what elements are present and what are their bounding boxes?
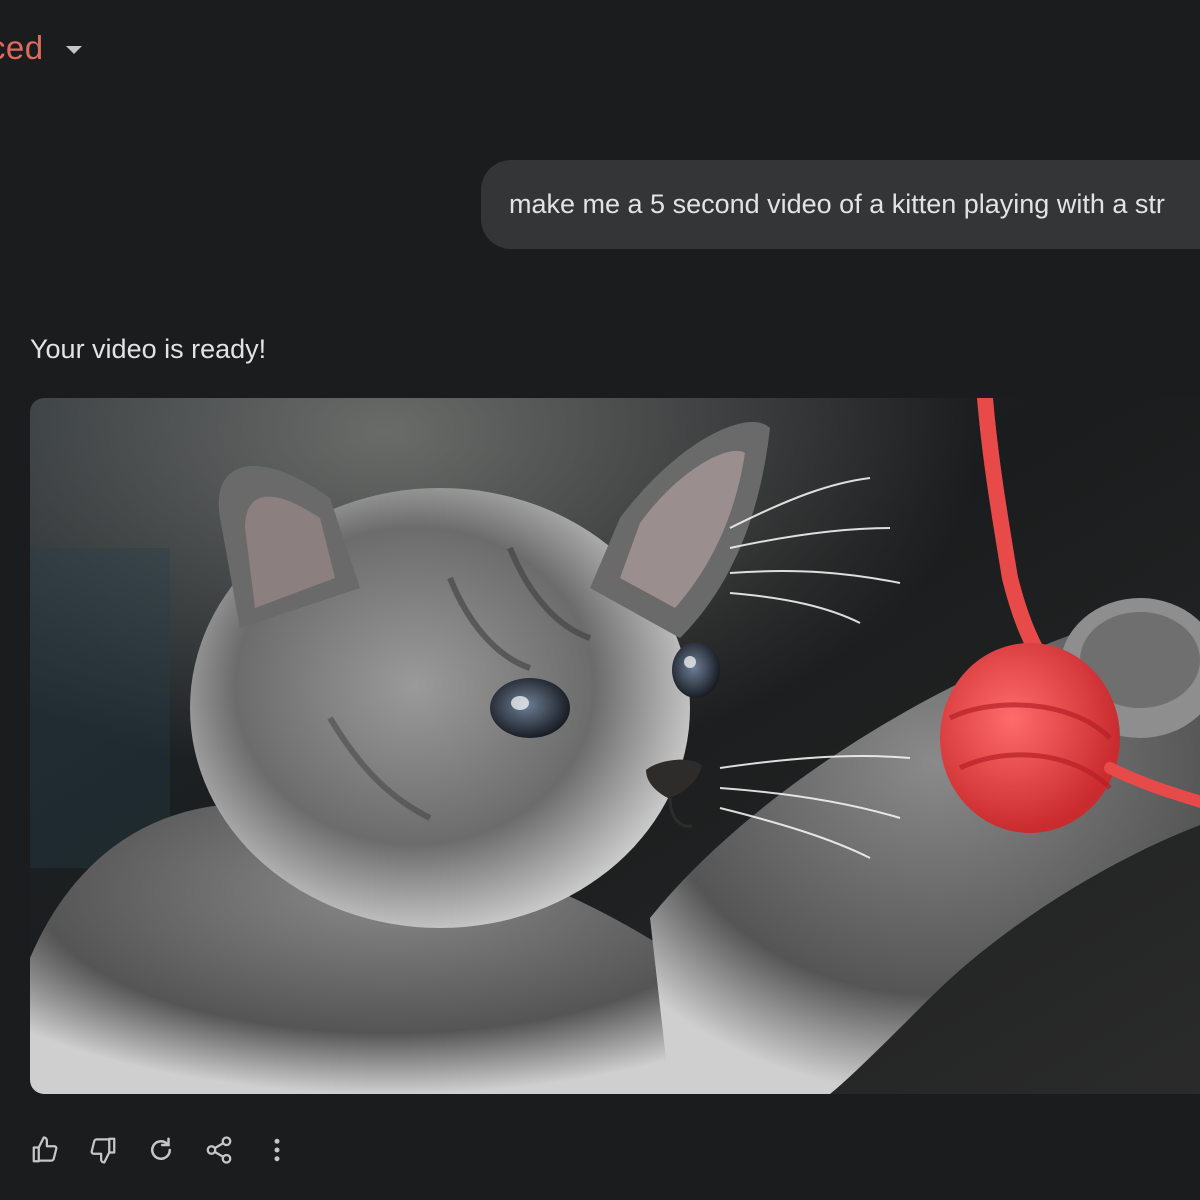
more-options-button[interactable] (258, 1128, 296, 1172)
thumbs-down-icon (90, 1137, 116, 1164)
share-button[interactable] (200, 1128, 238, 1172)
model-name: nced (0, 29, 44, 66)
thumbs-up-button[interactable] (26, 1128, 64, 1172)
thumbs-down-button[interactable] (84, 1128, 122, 1172)
model-selector[interactable]: nced (0, 26, 82, 70)
user-message-text: make me a 5 second video of a kitten pla… (509, 189, 1165, 219)
thumbs-up-icon (32, 1136, 58, 1163)
redo-icon (151, 1137, 171, 1160)
response-actions (26, 1128, 296, 1172)
user-message-bubble: make me a 5 second video of a kitten pla… (481, 160, 1200, 249)
generated-video[interactable] (30, 398, 1200, 1094)
more-vertical-icon (274, 1138, 280, 1162)
regenerate-button[interactable] (142, 1128, 180, 1172)
caret-down-icon (65, 46, 82, 54)
chat-page: nced make me a 5 second video of a kitte… (0, 0, 1200, 1200)
assistant-response-text: Your video is ready! (30, 334, 267, 364)
video-thumbnail (30, 398, 1200, 1094)
share-icon (206, 1136, 232, 1164)
